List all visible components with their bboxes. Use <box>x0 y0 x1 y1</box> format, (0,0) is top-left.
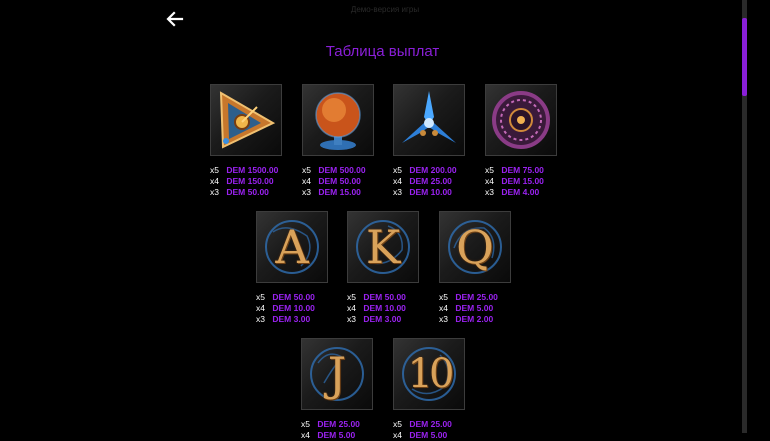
payout-amount: DEM 10.00 <box>272 302 315 313</box>
payout-amount: DEM 3.00 <box>272 313 311 324</box>
letter-q-icon: Q <box>456 220 494 274</box>
paytable-item-10: 10 x5 DEM 25.00 x4 DEM 5.00 <box>393 338 503 441</box>
payout-row: x4 DEM 5.00 <box>393 430 503 441</box>
payout-row: x4 DEM 5.00 <box>439 303 549 314</box>
symbol-tile <box>485 84 557 156</box>
symbol-tile: J <box>301 338 373 410</box>
demo-note: Демо-версия игры <box>350 5 420 14</box>
payout-multiplier: x5 <box>347 292 356 302</box>
symbol-tile: Q <box>439 211 511 283</box>
payout-multiplier: x3 <box>347 313 356 324</box>
payout-amount: DEM 3.00 <box>363 313 402 324</box>
paytable-item-astrolabe: x5 DEM 75.00 x4 DEM 15.00 x3 DEM 4.00 <box>485 84 595 197</box>
payout-multiplier: x3 <box>256 313 265 324</box>
payout-amount: DEM 25.00 <box>409 419 452 429</box>
payout-amount: DEM 4.00 <box>501 186 540 197</box>
payout-amount: DEM 150.00 <box>226 175 274 186</box>
payout-amount: DEM 25.00 <box>409 175 452 186</box>
payout-multiplier: x5 <box>393 419 402 429</box>
letter-j-icon: J <box>327 347 347 401</box>
symbol-tile <box>302 84 374 156</box>
payout-amount: DEM 5.00 <box>455 302 494 313</box>
payout-multiplier: x4 <box>210 175 219 186</box>
payout-list: x5 DEM 25.00 x4 DEM 5.00 x3 DEM 2.00 <box>439 292 549 324</box>
symbol-tile: 10 <box>393 338 465 410</box>
payout-row: x5 DEM 25.00 <box>439 292 549 303</box>
payout-amount: DEM 5.00 <box>409 429 448 440</box>
payout-amount: DEM 2.00 <box>455 313 494 324</box>
payout-multiplier: x4 <box>393 429 402 440</box>
payout-multiplier: x3 <box>302 186 311 197</box>
payout-multiplier: x3 <box>439 313 448 324</box>
payout-amount: DEM 5.00 <box>317 429 356 440</box>
payout-amount: DEM 500.00 <box>318 165 366 175</box>
symbol-tile: A <box>256 211 328 283</box>
payout-amount: DEM 10.00 <box>409 186 452 197</box>
payout-multiplier: x4 <box>301 429 310 440</box>
letter-k-icon: K <box>365 220 401 274</box>
blue-star-icon <box>402 91 456 143</box>
payout-amount: DEM 50.00 <box>318 175 361 186</box>
payout-multiplier: x5 <box>302 165 311 175</box>
payout-multiplier: x4 <box>256 302 265 313</box>
payout-list: x5 DEM 25.00 x4 DEM 5.00 <box>393 419 503 441</box>
payout-amount: DEM 25.00 <box>317 419 360 429</box>
payout-amount: DEM 50.00 <box>226 186 269 197</box>
payout-amount: DEM 50.00 <box>272 292 315 302</box>
payout-row: x5 DEM 75.00 <box>485 165 595 176</box>
payout-amount: DEM 1500.00 <box>226 165 279 175</box>
letter-a-icon: A <box>275 220 309 274</box>
payout-multiplier: x4 <box>485 175 494 186</box>
payout-amount: DEM 25.00 <box>455 292 498 302</box>
payout-multiplier: x3 <box>393 186 402 197</box>
astrolabe-icon <box>492 91 550 149</box>
page-title: Таблица выплат <box>325 43 440 60</box>
payout-multiplier: x3 <box>210 186 219 197</box>
payout-row: x5 DEM 25.00 <box>393 419 503 430</box>
payout-multiplier: x5 <box>210 165 219 175</box>
payout-amount: DEM 10.00 <box>363 302 406 313</box>
triangle-gem-icon <box>219 91 276 149</box>
paytable-item-q: Q x5 DEM 25.00 x4 DEM 5.00 x3 DEM 2.00 <box>439 211 549 324</box>
payout-list: x5 DEM 75.00 x4 DEM 15.00 x3 DEM 4.00 <box>485 165 595 197</box>
payout-multiplier: x3 <box>485 186 494 197</box>
payout-multiplier: x4 <box>393 175 402 186</box>
number-10-icon: 10 <box>407 351 455 397</box>
payout-amount: DEM 200.00 <box>409 165 457 175</box>
symbol-tile <box>393 84 465 156</box>
payout-multiplier: x5 <box>485 165 494 175</box>
payout-amount: DEM 15.00 <box>501 175 544 186</box>
payout-amount: DEM 75.00 <box>501 165 544 175</box>
symbol-tile <box>210 84 282 156</box>
payout-multiplier: x5 <box>393 165 402 175</box>
payout-multiplier: x4 <box>302 175 311 186</box>
scrollbar-thumb[interactable] <box>742 18 747 96</box>
payout-multiplier: x4 <box>439 302 448 313</box>
payout-multiplier: x4 <box>347 302 356 313</box>
payout-row: x3 DEM 2.00 <box>439 314 549 325</box>
payout-multiplier: x5 <box>256 292 265 302</box>
symbol-tile: K <box>347 211 419 283</box>
payout-multiplier: x5 <box>301 419 310 429</box>
back-button[interactable] <box>165 9 185 29</box>
payout-multiplier: x5 <box>439 292 448 302</box>
arrow-left-icon <box>166 11 184 27</box>
payout-row: x3 DEM 4.00 <box>485 187 595 198</box>
payout-amount: DEM 50.00 <box>363 292 406 302</box>
payout-amount: DEM 15.00 <box>318 186 361 197</box>
sun-globe-icon <box>315 92 361 150</box>
payout-row: x4 DEM 15.00 <box>485 176 595 187</box>
